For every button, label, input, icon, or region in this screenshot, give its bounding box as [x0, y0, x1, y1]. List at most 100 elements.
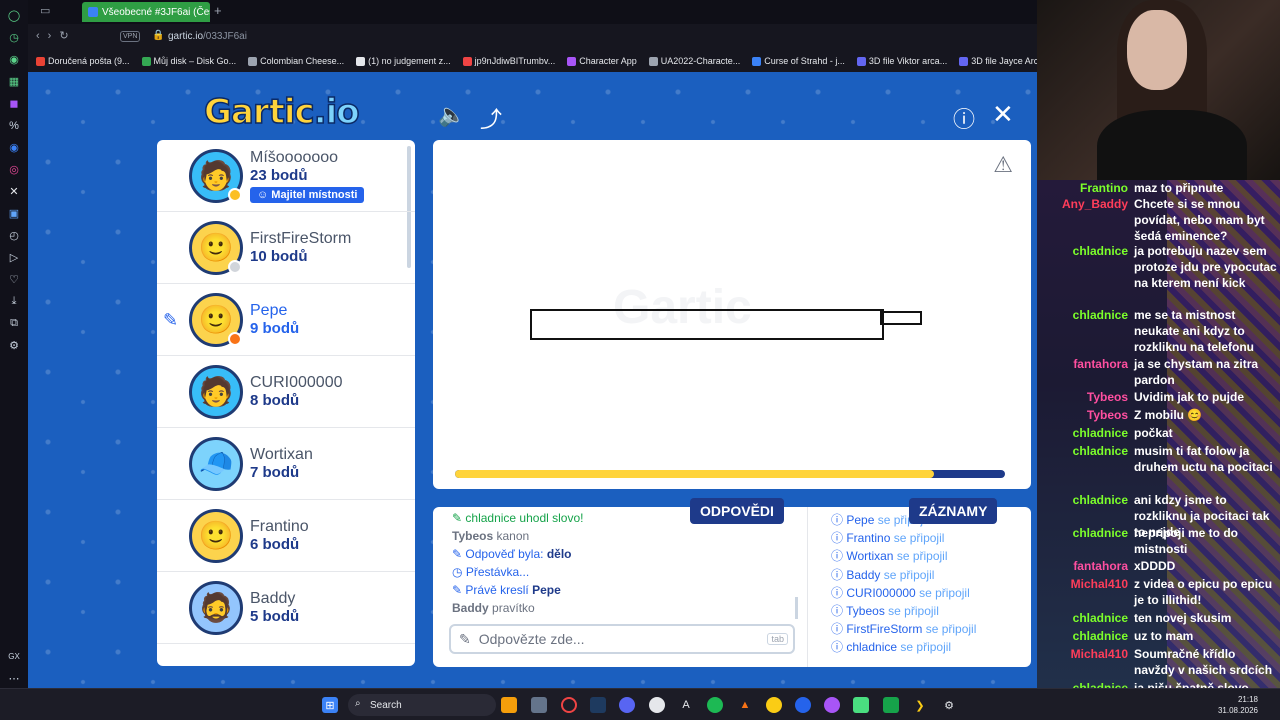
log-text: se připojil: [893, 531, 945, 546]
tab-menu-icon[interactable]: ▭: [40, 4, 50, 17]
settings-icon[interactable]: ⚙: [7, 336, 21, 355]
heart-icon[interactable]: ♡: [7, 270, 21, 289]
pencil-icon: ✎: [452, 547, 466, 561]
extensions-icon[interactable]: ⧉: [7, 314, 21, 333]
player-name: Baddy: [250, 589, 296, 607]
x-icon[interactable]: ✕: [7, 182, 21, 201]
logs-label: ZÁZNAMY: [909, 498, 998, 524]
obs-icon[interactable]: [649, 697, 665, 713]
bookmark-item[interactable]: Doručená pošta (9...: [36, 56, 130, 66]
log-user: Frantino: [846, 531, 891, 546]
answers-scrollbar[interactable]: [795, 597, 798, 619]
answer-line: ✎ Právě kreslí Pepe: [452, 581, 583, 599]
whatsapp-icon[interactable]: ◉: [7, 50, 21, 69]
bookmark-icon: [141, 56, 151, 66]
steam-icon[interactable]: [590, 697, 606, 713]
new-tab-icon[interactable]: +: [214, 3, 222, 18]
close-icon[interactable]: ✕: [992, 99, 1014, 130]
chat-username: Michal410: [1070, 577, 1128, 591]
answer-input[interactable]: ✎ Odpovězte zde... tab: [449, 624, 795, 654]
status-dot: [228, 331, 242, 346]
status-dot: [228, 259, 242, 274]
creeper-icon[interactable]: [883, 697, 899, 713]
nav-buttons-icon[interactable]: ‹›↻: [36, 29, 77, 42]
player-row[interactable]: 🧑 Míšooooooo 23 bodů ☺ Majitel místnosti: [157, 140, 415, 212]
opera-icon[interactable]: [561, 697, 577, 713]
info-icon[interactable]: ⓘ: [953, 102, 975, 134]
save-icon[interactable]: [531, 697, 547, 713]
url-field[interactable]: gartic.io/033JF6ai: [168, 31, 247, 42]
tab-gartic[interactable]: Všeobecné #3JF6ai (Češtin: [82, 2, 210, 22]
bookmark-item[interactable]: Můj disk – Disk Go...: [141, 56, 237, 66]
chat-text: uz to mam: [1134, 629, 1194, 643]
percent-icon[interactable]: %: [7, 116, 21, 135]
player-row[interactable]: ✎ 🙂 Pepe 9 bodů: [157, 284, 415, 356]
chat-username: chladnice: [1072, 681, 1128, 688]
opera-logo-icon[interactable]: ◯: [7, 6, 21, 25]
gx-icon[interactable]: GX: [7, 647, 21, 666]
player-row[interactable]: 🧢 Wortixan 7 bodů: [157, 428, 415, 500]
player-name: Míšooooooo: [250, 148, 339, 166]
messenger-icon[interactable]: ◉: [7, 138, 21, 157]
chatgpt-icon[interactable]: ⚙: [941, 697, 957, 713]
download-icon[interactable]: ⤓: [7, 292, 21, 311]
player-info: Míšooooooo 23 bodů ☺ Majitel místnosti: [250, 148, 365, 203]
system-clock[interactable]: 21:18 31.08.2026: [1218, 694, 1258, 716]
vpn-badge[interactable]: VPN: [120, 31, 141, 42]
twitch-icon[interactable]: ◼: [7, 94, 21, 113]
player-row[interactable]: 🙂 Frantino 6 bodů: [157, 500, 415, 572]
player-row[interactable]: 🧑 CURI000000 8 bodů: [157, 356, 415, 428]
chrome-icon[interactable]: [766, 697, 782, 713]
url-path: /033JF6ai: [203, 31, 247, 42]
history-icon[interactable]: ◴: [7, 226, 21, 245]
minecraft-icon[interactable]: [853, 697, 869, 713]
telegram-icon[interactable]: ▦: [7, 72, 21, 91]
spotify-icon[interactable]: [707, 697, 723, 713]
translate-icon[interactable]: ▣: [7, 204, 21, 223]
room-owner-badge: ☺ Majitel místnosti: [250, 186, 365, 203]
app-icon[interactable]: [795, 697, 811, 713]
bookmark-item[interactable]: 3D file Viktor arca...: [856, 56, 947, 66]
player-name: Pepe: [250, 301, 288, 319]
sound-icon[interactable]: 🔈: [438, 102, 465, 128]
answer-text: Odpověď byla:: [465, 547, 544, 561]
bookmark-item[interactable]: UA2022-Characte...: [648, 56, 740, 66]
messenger-taskbar-icon[interactable]: [824, 697, 840, 713]
bookmark-item[interactable]: jp9nJdiwBITrumbv...: [462, 56, 555, 66]
answer-user: Baddy: [452, 601, 489, 615]
player-icon[interactable]: ▷: [7, 248, 21, 267]
discord-icon[interactable]: [619, 697, 635, 713]
player-row[interactable]: 🧔 Baddy 5 bodů: [157, 572, 415, 644]
speed-dial-icon[interactable]: ◷: [7, 28, 21, 47]
taskbar-search[interactable]: ⌕ Search: [348, 694, 496, 716]
chat-text: z videa o epicu po epicu je to illithid!: [1134, 577, 1273, 607]
bookmark-item[interactable]: (1) no judgement z...: [356, 56, 451, 66]
more-icon[interactable]: ⋯: [7, 669, 21, 688]
answer-text: chladnice uhodl slovo!: [465, 511, 584, 525]
font-app-icon[interactable]: A: [678, 697, 694, 713]
player-row[interactable]: 🙂 FirstFireStorm 10 bodů: [157, 212, 415, 284]
drawing-pencil-icon: ✎: [163, 310, 179, 330]
drawing-canvas[interactable]: Gartic ⚠: [433, 140, 1031, 489]
plex-icon[interactable]: ❯: [912, 697, 928, 713]
file-explorer-icon[interactable]: [501, 697, 517, 713]
player-points: 23 bodů: [250, 166, 308, 184]
bookmark-item[interactable]: Character App: [567, 56, 637, 66]
log-line: ⓘ chladnice se připojil: [831, 638, 976, 656]
info-icon: ⓘ: [831, 622, 847, 637]
answer-line: ◷ Přestávka...: [452, 563, 583, 581]
clock-time: 21:18: [1237, 695, 1258, 704]
bookmark-item[interactable]: Colombian Cheese...: [248, 56, 344, 66]
instagram-icon[interactable]: ◎: [7, 160, 21, 179]
bookmark-item[interactable]: Curse of Strahd - j...: [752, 56, 845, 66]
bookmark-item[interactable]: 3D file Jayce Arca...: [959, 56, 1037, 66]
share-icon[interactable]: ⤴: [480, 102, 502, 134]
stream-chat-overlay: Frantino maz to připnute Any_Baddy Chcete s…: [1037, 180, 1280, 688]
logs-panel: ⓘ Pepe se připojil ⓘ Frantino se připojil…: [807, 507, 1031, 667]
start-icon[interactable]: ⊞: [322, 697, 338, 713]
report-warning-icon[interactable]: ⚠: [993, 152, 1013, 178]
bookmark-label: Můj disk – Disk Go...: [153, 56, 237, 66]
vlc-icon[interactable]: ▲: [737, 697, 753, 713]
avatar-face-icon: 🧢: [198, 448, 234, 479]
answer-line: ✎ chladnice uhodl slovo!: [452, 509, 583, 527]
